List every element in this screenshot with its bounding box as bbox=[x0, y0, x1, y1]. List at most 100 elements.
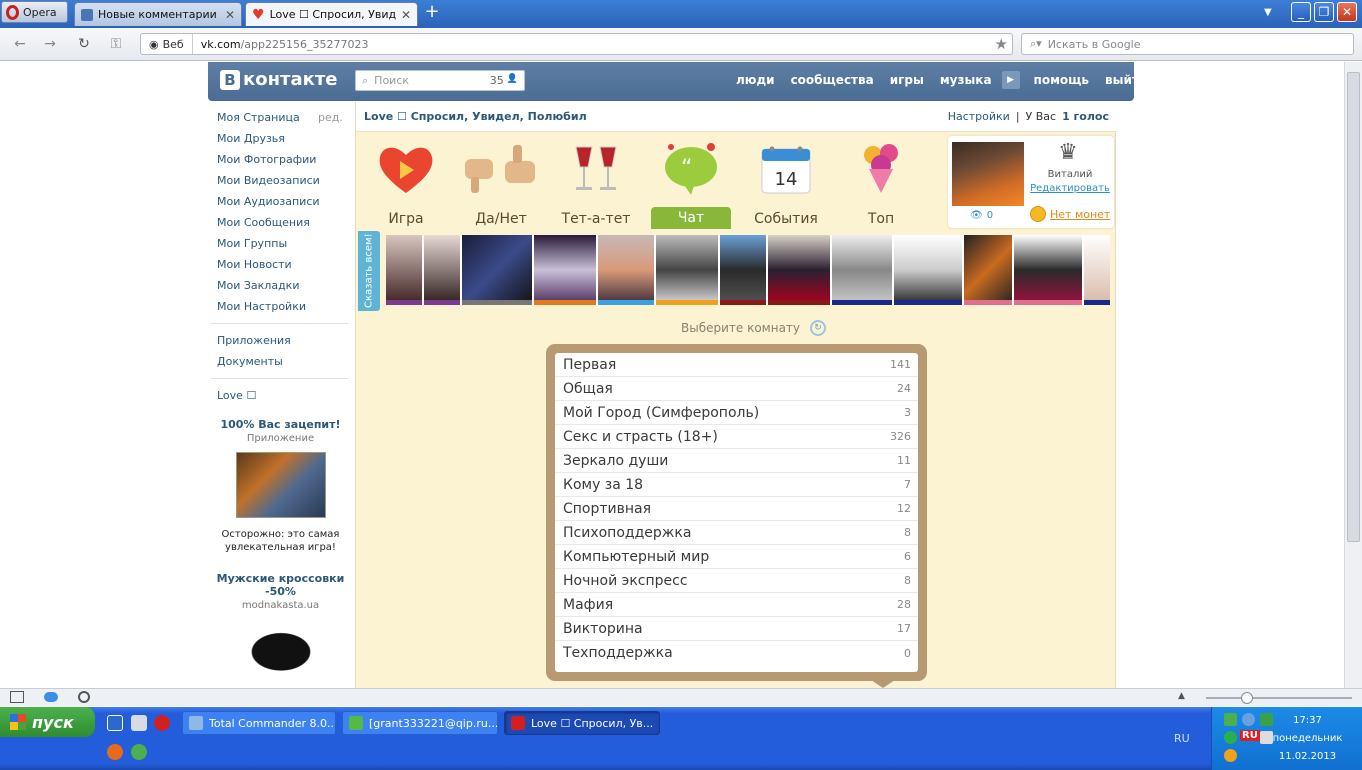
room-row[interactable]: Секс и страсть (18+) 326 bbox=[555, 425, 918, 449]
chrome-icon[interactable] bbox=[131, 744, 147, 760]
nav-love-app[interactable]: Love ☐ bbox=[208, 385, 353, 406]
nav-yes-no[interactable]: Да/Нет bbox=[456, 133, 546, 229]
scrollbar-thumb[interactable] bbox=[1347, 72, 1360, 542]
room-row[interactable]: Спортивная 12 bbox=[555, 497, 918, 521]
nav-applications[interactable]: Приложения bbox=[208, 330, 353, 351]
vertical-scrollbar[interactable] bbox=[1344, 62, 1362, 688]
tab-list-dropdown-icon[interactable]: ▼ bbox=[1264, 7, 1272, 18]
user-photo-thumb[interactable] bbox=[964, 235, 1012, 305]
ad-image[interactable] bbox=[235, 452, 326, 518]
opera-menu-button[interactable]: Opera bbox=[1, 1, 68, 23]
nav-my-photos[interactable]: Мои Фотографии bbox=[208, 149, 353, 170]
ad-image[interactable] bbox=[235, 623, 326, 671]
user-photo-thumb[interactable] bbox=[768, 235, 830, 305]
vk-search-input[interactable]: ⌕ Поиск 35 👤 bbox=[355, 70, 525, 91]
room-row[interactable]: Компьютерный мир 6 bbox=[555, 545, 918, 569]
settings-link[interactable]: Настройки bbox=[948, 110, 1010, 123]
nav-my-messages[interactable]: Мои Сообщения bbox=[208, 212, 353, 233]
ad-title[interactable]: Мужские кроссовки -50% bbox=[214, 572, 347, 598]
tab-close-icon[interactable]: ✕ bbox=[401, 8, 411, 22]
edit-profile-link[interactable]: Редактировать bbox=[1028, 183, 1112, 194]
menu-music[interactable]: музыка bbox=[932, 73, 1000, 89]
room-row[interactable]: Кому за 18 7 bbox=[555, 473, 918, 497]
speed-dial-icon[interactable] bbox=[78, 691, 90, 703]
user-photo-thumb[interactable] bbox=[832, 235, 892, 305]
opera-icon[interactable] bbox=[154, 715, 170, 731]
firefox-icon[interactable] bbox=[107, 744, 123, 760]
nav-my-videos[interactable]: Мои Видеозаписи bbox=[208, 170, 353, 191]
nav-my-audio[interactable]: Мои Аудиозаписи bbox=[208, 191, 353, 212]
nav-my-friends[interactable]: Мои Друзья bbox=[208, 128, 353, 149]
nav-my-settings[interactable]: Мои Настройки bbox=[208, 296, 353, 317]
user-photo-thumb[interactable] bbox=[656, 235, 718, 305]
user-photo-thumb[interactable] bbox=[424, 235, 460, 305]
google-search-field[interactable]: ⌕▾ Искать в Google bbox=[1021, 33, 1354, 55]
zoom-slider[interactable] bbox=[1206, 697, 1352, 699]
maximize-button[interactable]: ❐ bbox=[1314, 2, 1334, 22]
nav-tete-a-tete[interactable]: Тет-а-тет bbox=[551, 133, 641, 229]
room-row[interactable]: Психоподдержка 8 bbox=[555, 521, 918, 545]
app-title[interactable]: Love ☐ Спросил, Увидел, Полюбил bbox=[364, 110, 587, 123]
ad-title[interactable]: 100% Вас зацепит! bbox=[214, 418, 347, 431]
nav-my-news[interactable]: Мои Новости bbox=[208, 254, 353, 275]
refresh-icon[interactable]: ↻ bbox=[810, 320, 827, 336]
room-row[interactable]: Викторина 17 bbox=[555, 617, 918, 641]
vk-logo[interactable]: В контакте bbox=[220, 69, 337, 90]
user-photo-thumb[interactable] bbox=[894, 235, 962, 305]
user-photo-thumb[interactable] bbox=[720, 235, 766, 305]
cloud-icon[interactable] bbox=[44, 692, 58, 702]
menu-games[interactable]: игры bbox=[882, 73, 932, 89]
room-row[interactable]: Первая 141 bbox=[555, 353, 918, 377]
reload-button[interactable]: ↻ bbox=[74, 34, 94, 54]
room-row[interactable]: Зеркало души 11 bbox=[555, 449, 918, 473]
ad-block-sneakers[interactable]: Мужские кроссовки -50% modnakasta.ua bbox=[208, 572, 353, 671]
taskbar-window-button[interactable]: Love ☐ Спросил, Ув... bbox=[504, 711, 660, 735]
address-field[interactable]: ◉ Веб vk.com/app225156_35277023 ★ bbox=[140, 33, 1013, 55]
nav-my-groups[interactable]: Мои Группы bbox=[208, 233, 353, 254]
nav-top[interactable]: Топ bbox=[836, 133, 926, 229]
panel-toggle-icon[interactable] bbox=[10, 691, 24, 703]
start-button[interactable]: пуск bbox=[0, 707, 95, 737]
nav-chat[interactable]: “ Чат bbox=[646, 133, 736, 229]
web-badge[interactable]: ◉ Веб bbox=[141, 34, 193, 54]
desktop-icon[interactable] bbox=[131, 715, 147, 731]
taskbar-window-button[interactable]: [grant333221@qip.ru... bbox=[342, 711, 498, 735]
avatar[interactable] bbox=[952, 142, 1024, 206]
minimize-button[interactable]: _ bbox=[1291, 2, 1311, 22]
user-photo-thumb[interactable] bbox=[1014, 235, 1082, 305]
menu-communities[interactable]: сообщества bbox=[783, 73, 882, 89]
user-photo-thumb[interactable] bbox=[462, 235, 532, 305]
user-photo-thumb[interactable] bbox=[386, 235, 422, 305]
bookmark-star-icon[interactable]: ★ bbox=[995, 35, 1008, 53]
coins-link[interactable]: Нет монет bbox=[1030, 206, 1110, 222]
user-photo-thumb[interactable] bbox=[534, 235, 596, 305]
tab-close-icon[interactable]: ✕ bbox=[225, 8, 235, 22]
edit-link[interactable]: ред. bbox=[318, 107, 343, 128]
nav-events[interactable]: 14 События bbox=[741, 133, 831, 229]
room-row[interactable]: Мой Город (Симферополь) 3 bbox=[555, 401, 918, 425]
user-photo-thumb[interactable] bbox=[1084, 235, 1110, 305]
scroll-up-icon[interactable]: ▲ bbox=[1178, 691, 1185, 701]
room-row[interactable]: Общая 24 bbox=[555, 377, 918, 401]
close-window-button[interactable]: ✕ bbox=[1337, 2, 1357, 22]
zoom-slider-knob[interactable] bbox=[1241, 692, 1253, 704]
back-button[interactable]: ← bbox=[10, 34, 30, 54]
menu-people[interactable]: люди bbox=[728, 73, 783, 89]
room-row[interactable]: Мафия 28 bbox=[555, 593, 918, 617]
nav-my-bookmarks[interactable]: Мои Закладки bbox=[208, 275, 353, 296]
room-row[interactable]: Техподдержка 0 bbox=[555, 641, 918, 665]
nav-game[interactable]: Игра bbox=[361, 133, 451, 229]
user-photo-thumb[interactable] bbox=[598, 235, 654, 305]
menu-logout[interactable]: выйти bbox=[1097, 73, 1155, 89]
forward-button[interactable]: → bbox=[40, 34, 60, 54]
key-icon[interactable]: ⚿ bbox=[106, 34, 126, 54]
new-tab-button[interactable]: + bbox=[424, 3, 440, 21]
ie-icon[interactable] bbox=[107, 715, 123, 731]
ad-block-game[interactable]: 100% Вас зацепит! Приложение Осторожно: … bbox=[208, 418, 353, 554]
tab-love-app[interactable]: ♥ Love ☐ Спросил, Увид... ✕ bbox=[245, 2, 418, 26]
menu-help[interactable]: помощь bbox=[1026, 73, 1097, 89]
tab-new-comments[interactable]: Новые комментарии ✕ bbox=[74, 2, 242, 26]
clock[interactable]: 17:37 понедельник 11.02.2013 bbox=[1212, 713, 1362, 765]
shout-all-button[interactable]: Сказать всем! bbox=[358, 231, 380, 311]
room-row[interactable]: Ночной экспресс 8 bbox=[555, 569, 918, 593]
